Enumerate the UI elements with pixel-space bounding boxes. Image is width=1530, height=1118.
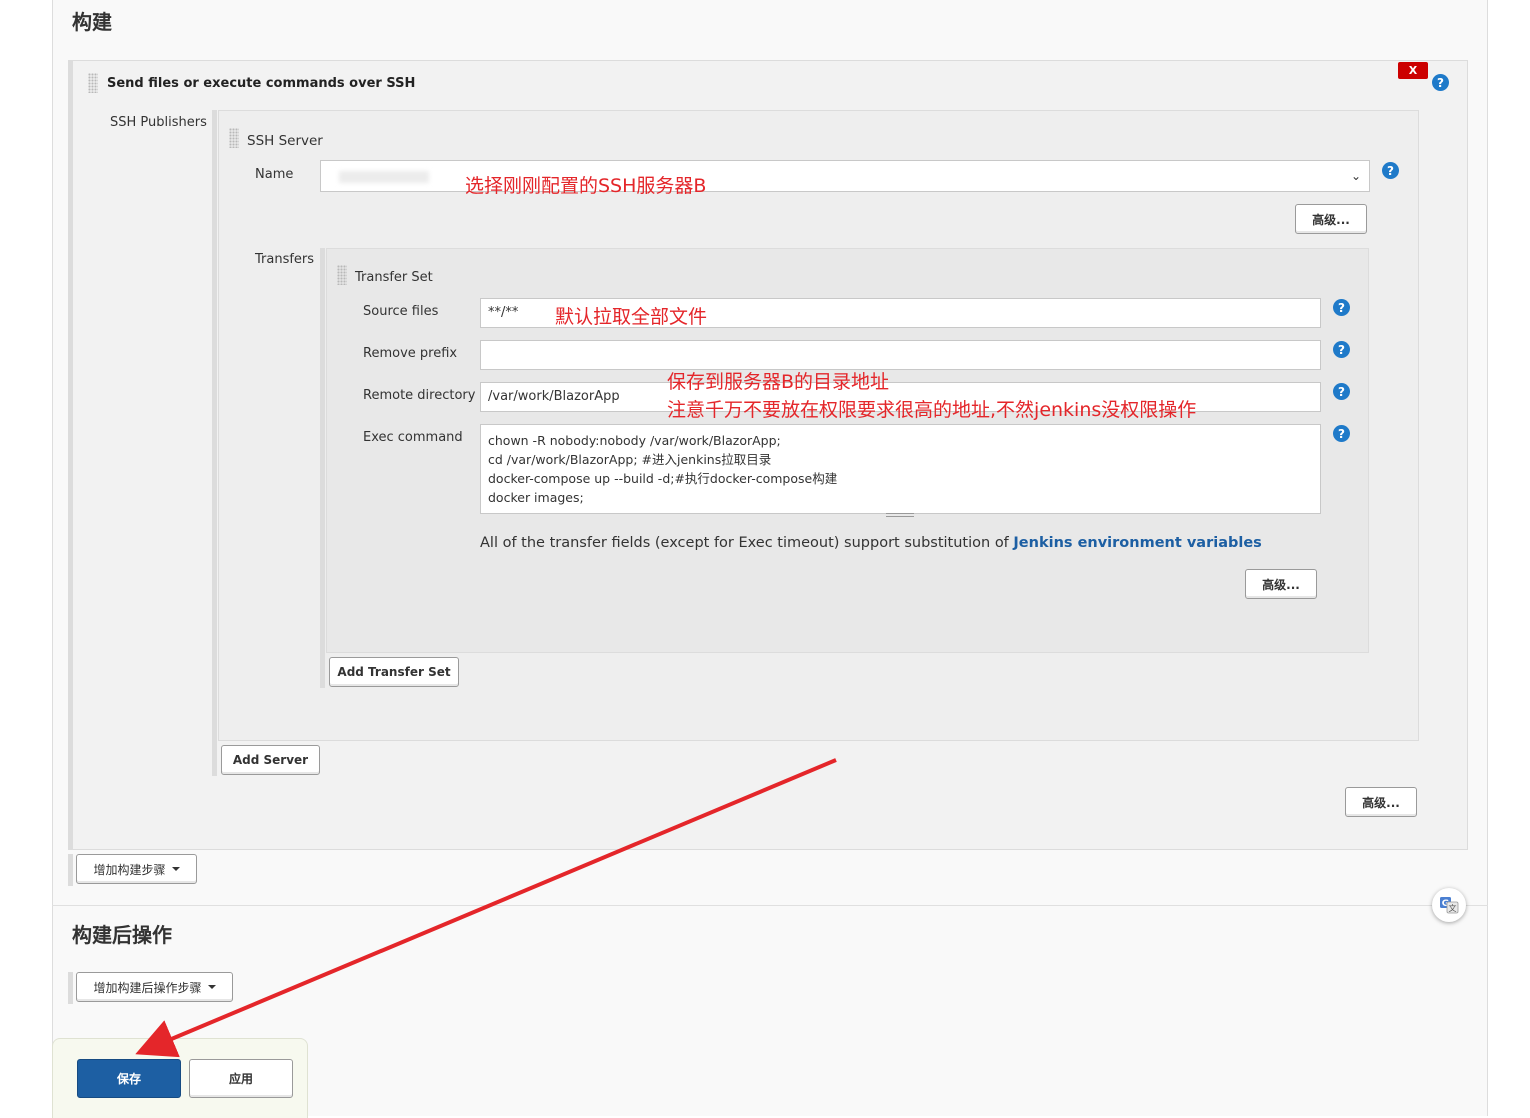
annotation-arrow-line (135, 758, 837, 1058)
annotation-arrow (135, 758, 837, 1058)
